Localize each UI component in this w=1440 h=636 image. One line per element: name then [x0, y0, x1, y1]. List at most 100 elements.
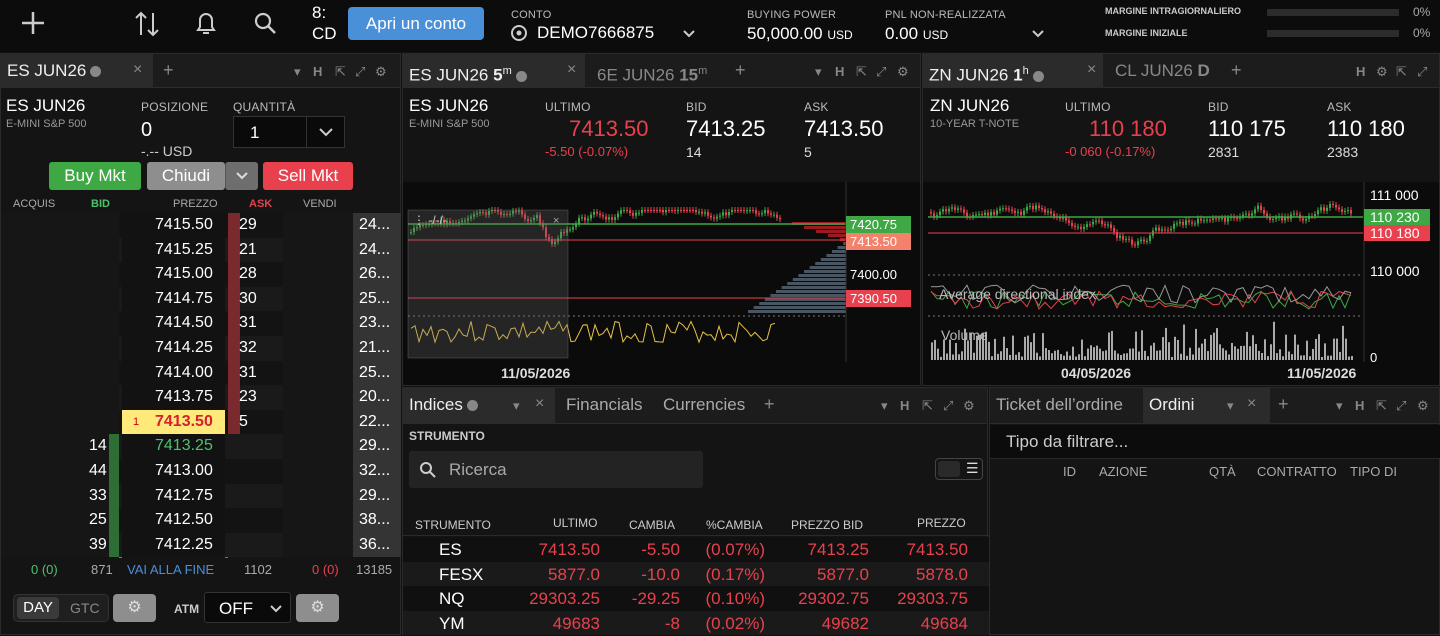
- dom-row[interactable]: 7415.25 21 24...: [1, 237, 401, 263]
- gear-icon[interactable]: ⚙: [1417, 398, 1429, 414]
- watchlist-row[interactable]: NQ 29303.25 -29.25 (0.10%) 29302.75 29303.75: [403, 586, 989, 611]
- list-view-icon[interactable]: ☰: [966, 460, 979, 477]
- close-icon[interactable]: ×: [553, 215, 559, 227]
- col-price[interactable]: PREZZO: [917, 516, 966, 530]
- buy-cell[interactable]: [1, 385, 119, 410]
- dom-row[interactable]: 7415.50 29 24...: [1, 213, 401, 238]
- chevron-down-icon[interactable]: [682, 29, 696, 39]
- es-overlay-tooltip[interactable]: [407, 209, 569, 359]
- buy-market-button[interactable]: Buy Mkt: [49, 162, 141, 190]
- account-select[interactable]: DEMO7666875: [537, 23, 654, 43]
- zn-price-chart[interactable]: Average directional index Volume 111 000…: [923, 182, 1439, 385]
- dom-row[interactable]: 7415.00 28 26...: [1, 262, 401, 287]
- dom-row[interactable]: 33 7412.75 29...: [1, 483, 401, 509]
- dom-row[interactable]: 25 7412.50 38...: [1, 508, 401, 533]
- buy-cell[interactable]: [1, 262, 119, 287]
- tab-es-jun26-5m[interactable]: ES JUN26 5m: [403, 54, 585, 88]
- close-icon[interactable]: ×: [535, 395, 544, 413]
- buy-cell[interactable]: [1, 311, 119, 336]
- tif-toggle[interactable]: DAY GTC: [13, 594, 109, 622]
- watchlist-row[interactable]: YM 49683 -8 (0.02%) 49682 49684: [403, 610, 989, 635]
- gear-icon[interactable]: ⚙: [963, 398, 975, 414]
- help-icon[interactable]: H: [1355, 398, 1364, 413]
- search-icon[interactable]: [252, 10, 278, 36]
- gear-icon[interactable]: ⚙: [375, 64, 387, 80]
- bell-icon[interactable]: [193, 9, 219, 39]
- sort-icon[interactable]: [133, 9, 161, 39]
- buy-cell[interactable]: [1, 409, 119, 435]
- gear-icon[interactable]: ⚙: [897, 64, 909, 80]
- dom-ladder[interactable]: 7415.50 29 24... 7415.25 21 24... 7415.00 28 26.…: [1, 213, 401, 558]
- buy-cell[interactable]: [1, 237, 119, 263]
- tif-gtc[interactable]: GTC: [70, 600, 100, 616]
- tab-zn-jun26-1h[interactable]: ZN JUN26 1h: [923, 54, 1103, 88]
- open-account-button[interactable]: Apri un conto: [348, 7, 484, 40]
- dom-row[interactable]: 7414.25 32 21...: [1, 336, 401, 361]
- popout-icon[interactable]: ⇱: [856, 64, 867, 80]
- es-price-chart[interactable]: ⋮ -/-/- × 7420.75 7413.50 7400.00 7390.5…: [403, 182, 920, 385]
- dropdown-icon[interactable]: ▾: [815, 64, 822, 80]
- col-bid-price[interactable]: PREZZO BID: [791, 518, 863, 532]
- col-strumento[interactable]: STRUMENTO: [415, 518, 491, 532]
- sell-market-button[interactable]: Sell Mkt: [263, 162, 353, 190]
- view-toggle[interactable]: ☰: [935, 458, 983, 480]
- add-tab-icon[interactable]: +: [1278, 394, 1289, 415]
- atm-select[interactable]: OFF: [204, 592, 291, 623]
- col-percent-change[interactable]: %CAMBIA: [706, 518, 763, 532]
- close-icon[interactable]: ×: [567, 61, 576, 79]
- dom-row[interactable]: 1 7413.50 5 22...: [1, 409, 401, 435]
- tab-6e-jun26-15m[interactable]: 6E JUN26 15m: [591, 54, 713, 88]
- popout-icon[interactable]: ⇱: [922, 398, 933, 414]
- dropdown-icon[interactable]: ▾: [1336, 398, 1343, 414]
- dropdown-icon[interactable]: ▾: [294, 64, 301, 80]
- maximize-icon[interactable]: ⤢: [943, 398, 953, 414]
- add-tab-icon[interactable]: +: [163, 60, 174, 81]
- col-ultimo[interactable]: ULTIMO: [553, 516, 597, 530]
- close-icon[interactable]: ×: [1247, 395, 1256, 413]
- buy-cell[interactable]: [1, 336, 119, 361]
- maximize-icon[interactable]: ⤢: [876, 64, 886, 80]
- dom-row[interactable]: 7413.75 23 20...: [1, 385, 401, 410]
- col-order-type[interactable]: TIPO DI: [1350, 464, 1397, 479]
- tab-order-ticket[interactable]: Ticket dell’ordine: [990, 388, 1129, 424]
- grid-view-icon[interactable]: [938, 461, 960, 477]
- popout-icon[interactable]: ⇱: [335, 64, 346, 80]
- help-icon[interactable]: H: [1356, 64, 1365, 79]
- maximize-icon[interactable]: ⤢: [1396, 398, 1406, 414]
- add-tab-icon[interactable]: +: [764, 394, 775, 415]
- col-contract[interactable]: CONTRATTO: [1257, 464, 1337, 479]
- quantity-field[interactable]: 1: [233, 116, 345, 148]
- gear-icon[interactable]: ⚙: [296, 594, 339, 622]
- tab-es-jun26[interactable]: ES JUN26: [1, 54, 153, 88]
- dom-row[interactable]: 14 7413.25 29...: [1, 434, 401, 459]
- popout-icon[interactable]: ⇱: [1376, 398, 1387, 414]
- tab-financials[interactable]: Financials: [560, 388, 649, 422]
- dom-row[interactable]: 44 7413.00 32...: [1, 459, 401, 484]
- col-qty[interactable]: QTÀ: [1209, 464, 1236, 479]
- tab-currencies[interactable]: Currencies: [657, 388, 751, 422]
- close-icon[interactable]: ×: [133, 61, 142, 79]
- dom-row[interactable]: 39 7412.25 36...: [1, 532, 401, 558]
- help-icon[interactable]: H: [835, 64, 844, 79]
- go-to-end-button[interactable]: VAI ALLA FINE: [127, 562, 214, 577]
- dom-row[interactable]: 7414.00 31 25...: [1, 360, 401, 386]
- gear-icon[interactable]: ⚙: [1376, 64, 1388, 80]
- popout-icon[interactable]: ⇱: [1396, 64, 1407, 80]
- add-tab-icon[interactable]: +: [1231, 60, 1242, 81]
- plus-icon[interactable]: [20, 10, 46, 36]
- col-action[interactable]: AZIONE: [1099, 464, 1147, 479]
- help-icon[interactable]: H: [313, 64, 322, 79]
- buy-cell[interactable]: [1, 213, 119, 238]
- col-id[interactable]: ID: [1063, 464, 1076, 479]
- close-position-button[interactable]: Chiudi: [147, 162, 225, 190]
- tif-day[interactable]: DAY: [17, 597, 59, 619]
- chevron-down-icon[interactable]: [1031, 29, 1045, 39]
- col-cambia[interactable]: CAMBIA: [629, 518, 675, 532]
- order-filter-input[interactable]: Tipo da filtrare...: [990, 425, 1440, 459]
- tab-indices[interactable]: Indices: [403, 388, 555, 424]
- watchlist-row[interactable]: FESX 5877.0 -10.0 (0.17%) 5877.0 5878.0: [403, 561, 989, 586]
- dropdown-icon[interactable]: ▾: [1227, 398, 1234, 414]
- search-input[interactable]: Ricerca: [409, 451, 703, 488]
- chevron-down-icon[interactable]: [318, 127, 334, 139]
- tab-cl-jun26-d[interactable]: CL JUN26 D: [1109, 54, 1216, 88]
